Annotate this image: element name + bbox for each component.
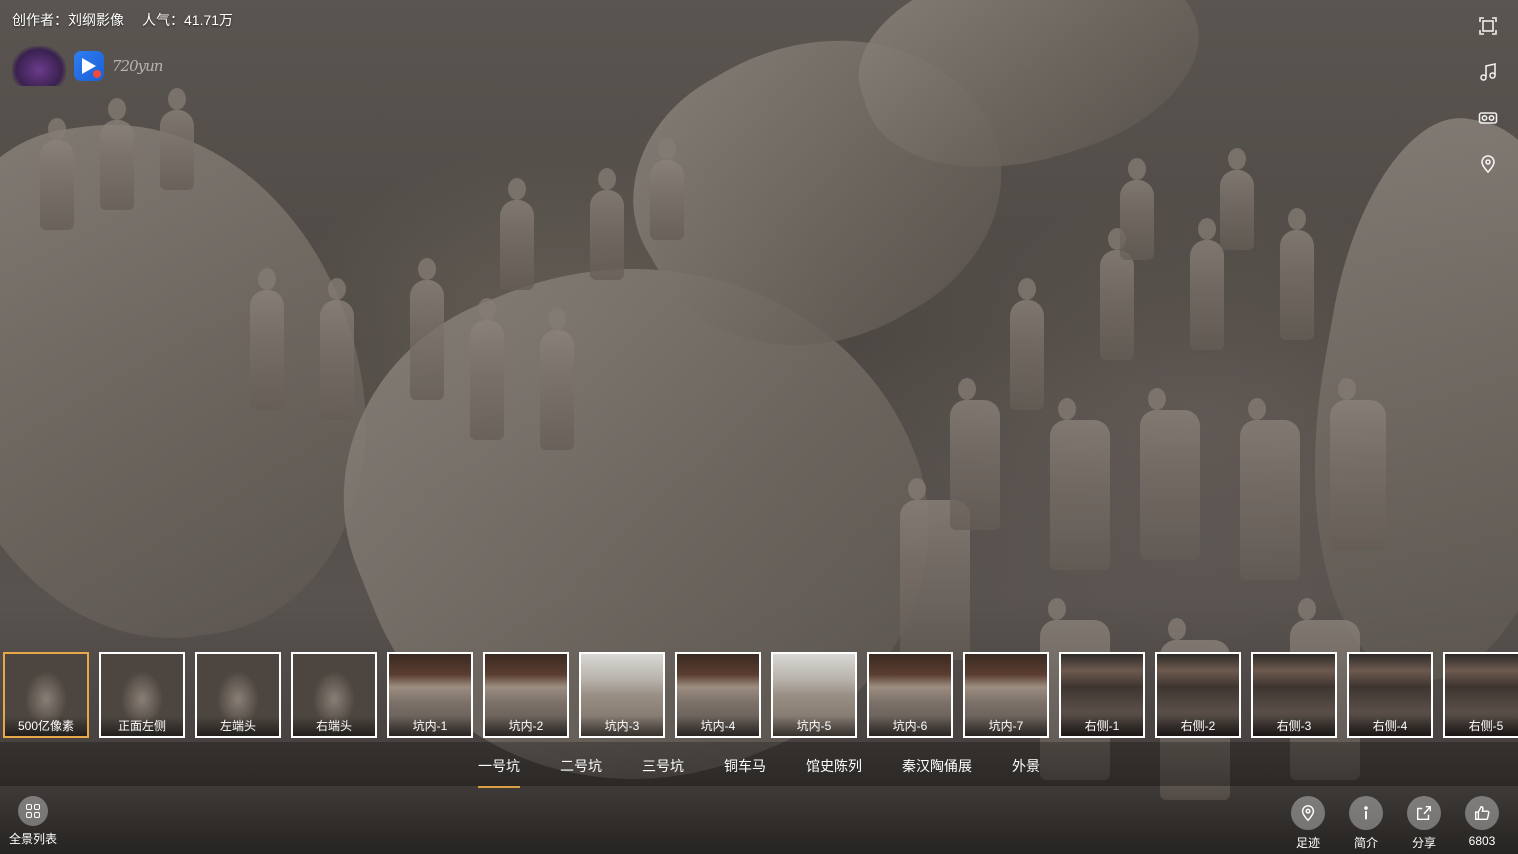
thumb-label: 左端头 [197, 716, 279, 736]
terracotta-warrior [1120, 158, 1154, 260]
thumb-label: 右侧-5 [1445, 716, 1518, 736]
terracotta-warrior [590, 168, 624, 280]
tab-qin-han-figures[interactable]: 秦汉陶俑展 [902, 756, 972, 782]
terracotta-warrior [1240, 398, 1300, 580]
music-icon[interactable] [1476, 60, 1500, 84]
grid-icon [18, 796, 48, 826]
terracotta-warrior [40, 118, 74, 230]
terracotta-warrior [1330, 378, 1386, 550]
tab-pit-3[interactable]: 三号坑 [642, 756, 684, 782]
terracotta-warrior [1190, 218, 1224, 350]
terracotta-warrior [320, 278, 354, 420]
scene-thumb[interactable]: 右端头 [291, 652, 377, 738]
terracotta-warrior [1280, 208, 1314, 340]
pano-list-label: 全景列表 [8, 832, 57, 846]
scene-thumb[interactable]: 左端头 [195, 652, 281, 738]
terracotta-warrior [160, 88, 194, 190]
thumb-label: 坑内-2 [485, 716, 567, 736]
thumb-label: 坑内-1 [389, 716, 471, 736]
terracotta-warrior [1010, 278, 1044, 410]
thumb-label: 正面左侧 [101, 716, 183, 736]
share-label: 分享 [1411, 836, 1436, 850]
scene-thumb[interactable]: 坑内-1 [387, 652, 473, 738]
popularity-count: 人气：41.71万 [142, 12, 234, 28]
terracotta-warrior [410, 258, 444, 400]
terracotta-warrior [500, 178, 534, 290]
studio-logo[interactable] [12, 46, 66, 86]
share-button[interactable]: 分享 [1406, 796, 1442, 851]
scene-thumb[interactable]: 右侧-1 [1059, 652, 1145, 738]
thumb-label: 坑内-6 [869, 716, 951, 736]
scene-thumb[interactable]: 右侧-3 [1251, 652, 1337, 738]
scene-thumb[interactable]: 坑内-2 [483, 652, 569, 738]
like-count: 6803 [1468, 834, 1496, 848]
thumb-label: 坑内-5 [773, 716, 855, 736]
terracotta-warrior [250, 268, 284, 410]
scene-thumb[interactable]: 500亿像素 [3, 652, 89, 738]
location-pin-icon[interactable] [1476, 152, 1500, 176]
tab-pit-1[interactable]: 一号坑 [478, 756, 520, 788]
terracotta-warrior [470, 298, 504, 440]
side-toolbar [1476, 14, 1500, 176]
thumb-label: 右侧-4 [1349, 716, 1431, 736]
scene-thumbnails: 500亿像素 正面左侧 左端头 右端头 坑内-1 坑内-2 坑内-3 坑内-4 … [3, 652, 1518, 738]
thumb-label: 坑内-4 [677, 716, 759, 736]
terracotta-warrior [1140, 388, 1200, 560]
pano-list-button[interactable]: 全景列表 [8, 796, 58, 847]
tab-bronze-chariot[interactable]: 铜车马 [724, 756, 766, 782]
terracotta-warrior [540, 308, 574, 450]
info-icon [1349, 796, 1383, 830]
footprint-pin-icon [1291, 796, 1325, 830]
thumb-label: 500亿像素 [5, 716, 87, 736]
app-logo-icon[interactable] [74, 51, 104, 81]
terracotta-warrior [1050, 398, 1110, 570]
creator-name[interactable]: 创作者：刘纲影像 [12, 10, 124, 30]
thumb-label: 坑内-3 [581, 716, 663, 736]
scene-thumb[interactable]: 坑内-4 [675, 652, 761, 738]
thumb-label: 右侧-2 [1157, 716, 1239, 736]
intro-button[interactable]: 简介 [1348, 796, 1384, 851]
thumb-label: 右侧-1 [1061, 716, 1143, 736]
thumbs-up-icon [1465, 796, 1499, 830]
scene-thumb[interactable]: 右侧-2 [1155, 652, 1241, 738]
720yun-logo[interactable]: 720yun [112, 57, 163, 75]
terracotta-warrior [1220, 148, 1254, 250]
creator-info: 创作者：刘纲影像 人气：41.71万 [12, 10, 233, 30]
scene-thumb[interactable]: 坑内-6 [867, 652, 953, 738]
scene-thumb[interactable]: 正面左侧 [99, 652, 185, 738]
vr-glasses-icon[interactable] [1476, 106, 1500, 130]
share-icon [1407, 796, 1441, 830]
footprint-button[interactable]: 足迹 [1290, 796, 1326, 851]
logo-group: 720yun [12, 46, 163, 86]
tab-pit-2[interactable]: 二号坑 [560, 756, 602, 782]
terracotta-warrior [1100, 228, 1134, 360]
terracotta-warrior [100, 98, 134, 210]
scene-thumb[interactable]: 坑内-5 [771, 652, 857, 738]
like-button[interactable]: 6803 [1464, 796, 1500, 851]
intro-label: 简介 [1353, 836, 1378, 850]
tab-museum-history[interactable]: 馆史陈列 [806, 756, 862, 782]
scene-thumb[interactable]: 坑内-3 [579, 652, 665, 738]
scene-thumb[interactable]: 右侧-4 [1347, 652, 1433, 738]
thumb-label: 右侧-3 [1253, 716, 1335, 736]
fullscreen-icon[interactable] [1476, 14, 1500, 38]
thumb-label: 坑内-7 [965, 716, 1047, 736]
terracotta-warrior [950, 378, 1000, 530]
thumb-label: 右端头 [293, 716, 375, 736]
scene-thumb[interactable]: 坑内-7 [963, 652, 1049, 738]
terracotta-warrior [650, 138, 684, 240]
category-tabs: 一号坑 二号坑 三号坑 铜车马 馆史陈列 秦汉陶俑展 外景 [0, 756, 1518, 788]
action-buttons: 足迹 简介 分享 6803 [1290, 796, 1500, 851]
scene-thumb[interactable]: 右侧-5 [1443, 652, 1518, 738]
footprint-label: 足迹 [1295, 836, 1320, 850]
tab-exterior[interactable]: 外景 [1012, 756, 1040, 782]
